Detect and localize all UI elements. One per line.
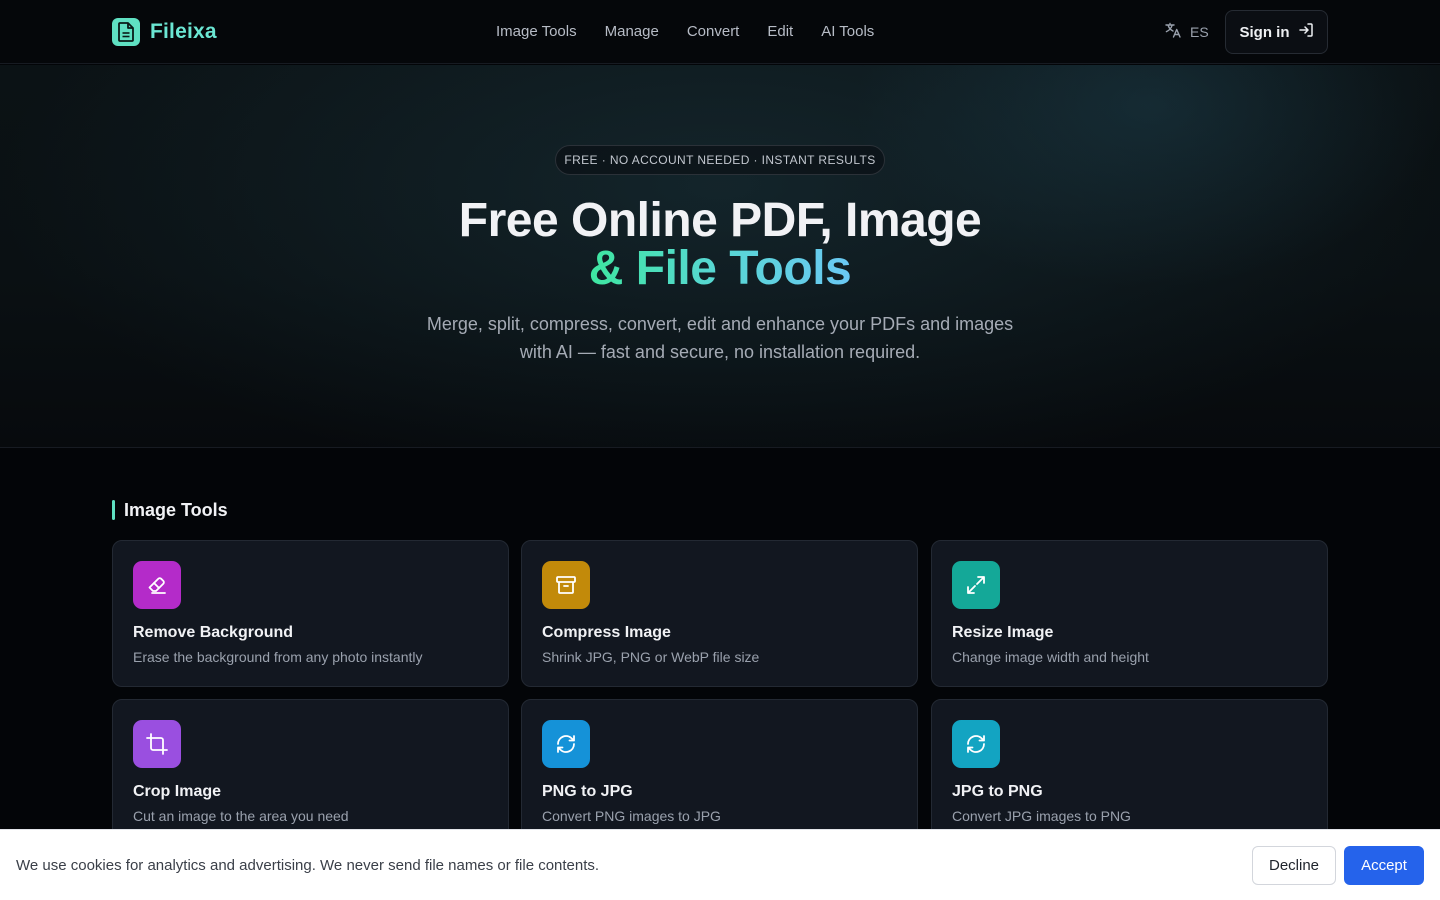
decline-button[interactable]: Decline xyxy=(1252,846,1336,885)
brand-name: Fileixa xyxy=(150,20,217,43)
refresh-icon xyxy=(542,720,590,768)
hero-title-line1: Free Online PDF, Image xyxy=(458,194,982,247)
accept-button[interactable]: Accept xyxy=(1344,846,1424,885)
eraser-icon xyxy=(133,561,181,609)
tool-card-desc: Erase the background from any photo inst… xyxy=(133,649,423,665)
tool-card-png-to-jpg[interactable]: PNG to JPG Convert PNG images to JPG xyxy=(521,699,918,846)
tool-card-jpg-to-png[interactable]: JPG to PNG Convert JPG images to PNG xyxy=(931,699,1328,846)
tool-card-resize-image[interactable]: Resize Image Change image width and heig… xyxy=(931,540,1328,687)
expand-icon xyxy=(952,561,1000,609)
language-switcher[interactable]: ES xyxy=(1164,22,1209,42)
tool-card-title: Remove Background xyxy=(133,624,294,641)
nav-item-ai-tools[interactable]: AI Tools xyxy=(821,22,874,42)
nav-item-image-tools[interactable]: Image Tools xyxy=(496,22,577,42)
section-title: Image Tools xyxy=(124,499,228,520)
tool-card-title: Crop Image xyxy=(133,783,222,800)
hero-badge: FREE · NO ACCOUNT NEEDED · INSTANT RESUL… xyxy=(555,145,885,175)
tool-card-title: JPG to PNG xyxy=(952,783,1043,800)
hero-section: FREE · NO ACCOUNT NEEDED · INSTANT RESUL… xyxy=(0,65,1440,448)
section-accent-bar xyxy=(112,500,115,520)
crop-icon xyxy=(133,720,181,768)
tool-card-desc: Change image width and height xyxy=(952,649,1149,665)
nav-item-manage[interactable]: Manage xyxy=(605,22,659,42)
main-nav: Image Tools Manage Convert Edit AI Tools xyxy=(496,22,874,42)
hero-title-line2: & File Tools xyxy=(589,242,851,295)
cookie-text: We use cookies for analytics and adverti… xyxy=(16,857,600,874)
top-navbar: Fileixa Image Tools Manage Convert Edit … xyxy=(0,0,1440,64)
tool-card-remove-background[interactable]: Remove Background Erase the background f… xyxy=(112,540,509,687)
tool-card-desc: Convert PNG images to JPG xyxy=(542,808,721,824)
tool-card-desc: Convert JPG images to PNG xyxy=(952,808,1131,824)
file-icon xyxy=(112,18,140,46)
nav-item-edit[interactable]: Edit xyxy=(767,22,793,42)
sign-in-button[interactable]: Sign in xyxy=(1225,10,1328,54)
language-code: ES xyxy=(1190,24,1209,40)
tool-card-title: Compress Image xyxy=(542,624,671,641)
tool-card-compress-image[interactable]: Compress Image Shrink JPG, PNG or WebP f… xyxy=(521,540,918,687)
brand-link[interactable]: Fileixa xyxy=(112,17,217,47)
sign-in-icon xyxy=(1298,22,1314,42)
archive-icon xyxy=(542,561,590,609)
sign-in-label: Sign in xyxy=(1239,23,1290,41)
hero-title-ampersand: & xyxy=(588,242,636,295)
tool-card-title: Resize Image xyxy=(952,624,1054,641)
cookie-banner: We use cookies for analytics and adverti… xyxy=(0,829,1440,900)
nav-item-convert[interactable]: Convert xyxy=(687,22,740,42)
tool-card-desc: Shrink JPG, PNG or WebP file size xyxy=(542,649,760,665)
hero-subtitle: Merge, split, compress, convert, edit an… xyxy=(426,314,1014,362)
refresh-icon xyxy=(952,720,1000,768)
hero-title-accent: File Tools xyxy=(635,242,852,295)
tool-card-crop-image[interactable]: Crop Image Cut an image to the area you … xyxy=(112,699,509,846)
tool-card-title: PNG to JPG xyxy=(542,783,633,800)
tool-card-desc: Cut an image to the area you need xyxy=(133,808,349,824)
section-heading: Image Tools xyxy=(112,500,228,520)
hero-title: Free Online PDF, Image & File Tools xyxy=(320,197,1120,293)
translate-icon xyxy=(1164,21,1182,44)
